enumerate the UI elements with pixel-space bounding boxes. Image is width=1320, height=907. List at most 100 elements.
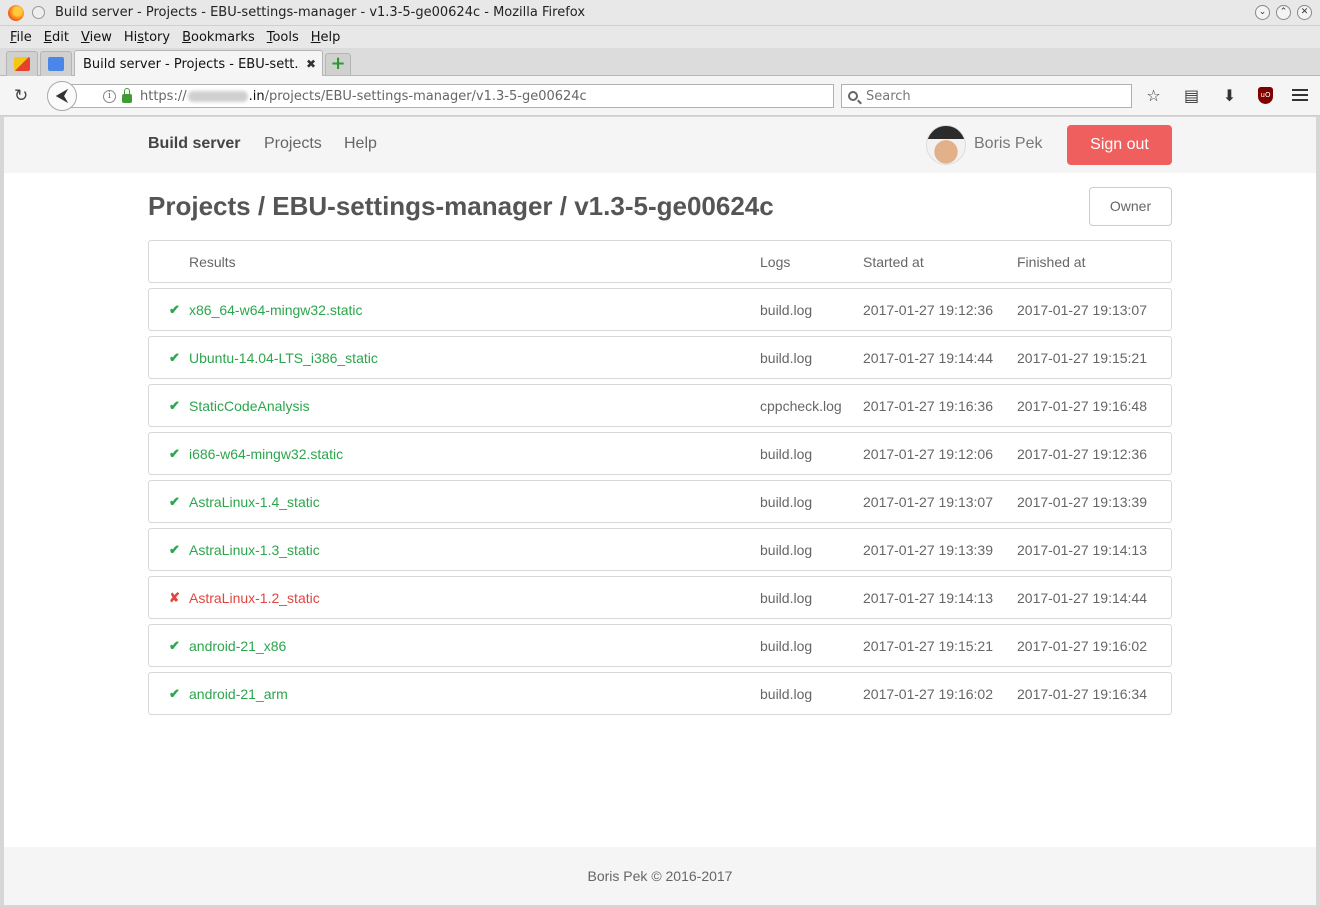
pinned-tab-mail[interactable]: [6, 51, 38, 76]
pinned-tab-translate[interactable]: [40, 51, 72, 76]
window-title: Build server - Projects - EBU-settings-m…: [55, 5, 586, 20]
header-results: Results: [189, 254, 236, 270]
log-link[interactable]: build.log: [760, 446, 812, 462]
result-name-link[interactable]: AstraLinux-1.4_static: [189, 494, 320, 510]
table-row: ✔ android-21_arm build.log 2017-01-27 19:16…: [148, 672, 1172, 715]
log-link[interactable]: cppcheck.log: [760, 398, 842, 414]
site-info-icon[interactable]: i: [103, 89, 116, 103]
header-started: Started at: [863, 254, 924, 270]
finished-at: 2017-01-27 19:14:44: [1017, 590, 1147, 606]
menu-view[interactable]: View: [75, 30, 118, 45]
nav-help-link[interactable]: Help: [344, 135, 377, 153]
menu-edit[interactable]: Edit: [38, 30, 75, 45]
table-row: ✔ android-21_x86 build.log 2017-01-27 19:15…: [148, 624, 1172, 667]
results-table: Results Logs Started at Finished at ✔ x86…: [148, 240, 1172, 720]
result-name-link[interactable]: x86_64-w64-mingw32.static: [189, 302, 363, 318]
result-name-link[interactable]: i686-w64-mingw32.static: [189, 446, 343, 462]
started-at: 2017-01-27 19:16:36: [863, 398, 993, 414]
check-icon: ✔: [169, 542, 180, 557]
result-name-link[interactable]: Ubuntu-14.04-LTS_i386_static: [189, 350, 378, 366]
url-scheme: https://: [140, 88, 187, 104]
back-button[interactable]: ⮜: [47, 81, 77, 111]
tab-close-icon[interactable]: ✖: [306, 57, 316, 71]
menu-file[interactable]: File: [4, 30, 38, 45]
footer-copyright: Boris Pek © 2016-2017: [587, 868, 733, 884]
bookmark-star-icon[interactable]: ☆: [1144, 86, 1163, 105]
url-bar[interactable]: i https:// .in /projects/EBU-settings-ma…: [70, 84, 834, 108]
menu-history[interactable]: History: [118, 30, 176, 45]
result-name-link[interactable]: android-21_arm: [189, 686, 288, 702]
menu-tools[interactable]: Tools: [261, 30, 305, 45]
table-row: ✔ AstraLinux-1.3_static build.log 2017-01-2…: [148, 528, 1172, 571]
ublock-icon[interactable]: uO: [1258, 87, 1273, 104]
started-at: 2017-01-27 19:13:07: [863, 494, 993, 510]
downloads-icon[interactable]: ⬇: [1220, 86, 1239, 105]
search-input[interactable]: Search: [841, 84, 1132, 108]
finished-at: 2017-01-27 19:16:34: [1017, 686, 1147, 702]
started-at: 2017-01-27 19:13:39: [863, 542, 993, 558]
avatar[interactable]: [926, 125, 966, 165]
started-at: 2017-01-27 19:14:13: [863, 590, 993, 606]
check-icon: ✔: [169, 302, 180, 317]
table-row: ✔ i686-w64-mingw32.static build.log 2017-01…: [148, 432, 1172, 475]
log-link[interactable]: build.log: [760, 686, 812, 702]
check-icon: ✔: [169, 446, 180, 461]
search-icon: [848, 91, 858, 101]
table-row: ✔ Ubuntu-14.04-LTS_i386_static build.log 20…: [148, 336, 1172, 379]
check-icon: ✔: [169, 350, 180, 365]
sign-out-button[interactable]: Sign out: [1067, 125, 1172, 165]
nav-projects-link[interactable]: Projects: [264, 135, 322, 153]
window-controls: ⌄ ⌃ ✕: [1255, 5, 1312, 20]
maximize-icon[interactable]: ⌃: [1276, 5, 1291, 20]
header-logs: Logs: [760, 254, 791, 270]
new-tab-button[interactable]: +: [325, 53, 351, 75]
log-link[interactable]: build.log: [760, 638, 812, 654]
footer: Boris Pek © 2016-2017: [4, 847, 1316, 905]
window-titlebar: Build server - Projects - EBU-settings-m…: [0, 0, 1320, 26]
table-row: ✘ AstraLinux-1.2_static build.log 2017-01-2…: [148, 576, 1172, 619]
mail-icon: [14, 57, 30, 71]
table-row: ✔ StaticCodeAnalysis cppcheck.log 2017-01-2…: [148, 384, 1172, 427]
user-name[interactable]: Boris Pek: [974, 135, 1042, 153]
table-header-row: Results Logs Started at Finished at: [148, 240, 1172, 283]
menu-bookmarks[interactable]: Bookmarks: [176, 30, 261, 45]
close-window-icon[interactable]: ✕: [1297, 5, 1312, 20]
result-name-link[interactable]: AstraLinux-1.2_static: [189, 590, 320, 606]
hamburger-menu-icon[interactable]: [1292, 89, 1308, 101]
reading-list-icon[interactable]: ▤: [1182, 86, 1201, 105]
table-row: ✔ x86_64-w64-mingw32.static build.log 2017-…: [148, 288, 1172, 331]
finished-at: 2017-01-27 19:14:13: [1017, 542, 1147, 558]
log-link[interactable]: build.log: [760, 494, 812, 510]
url-domain: .in: [248, 88, 265, 104]
page-title: Projects / EBU-settings-manager / v1.3-5…: [148, 191, 774, 221]
tab-current[interactable]: Build server - Projects - EBU-sett... ✖: [74, 50, 323, 77]
url-redacted: [187, 90, 248, 102]
window-menu-icon[interactable]: [32, 6, 45, 19]
lock-icon: [122, 87, 132, 103]
result-name-link[interactable]: StaticCodeAnalysis: [189, 398, 310, 414]
reload-icon[interactable]: ↻: [14, 86, 28, 106]
toolbar-icons: ☆ ▤ ⬇ uO: [1144, 86, 1308, 105]
cross-icon: ✘: [169, 590, 180, 605]
started-at: 2017-01-27 19:12:36: [863, 302, 993, 318]
search-placeholder: Search: [866, 88, 911, 104]
owner-button[interactable]: Owner: [1089, 187, 1172, 226]
log-link[interactable]: build.log: [760, 302, 812, 318]
minimize-icon[interactable]: ⌄: [1255, 5, 1270, 20]
log-link[interactable]: build.log: [760, 542, 812, 558]
log-link[interactable]: build.log: [760, 350, 812, 366]
finished-at: 2017-01-27 19:15:21: [1017, 350, 1147, 366]
navigation-toolbar: ↻ ⮜ i https:// .in /projects/EBU-setting…: [0, 76, 1320, 116]
started-at: 2017-01-27 19:12:06: [863, 446, 993, 462]
brand-link[interactable]: Build server: [148, 135, 240, 153]
finished-at: 2017-01-27 19:13:39: [1017, 494, 1147, 510]
result-name-link[interactable]: android-21_x86: [189, 638, 286, 654]
tab-strip: Build server - Projects - EBU-sett... ✖ …: [0, 48, 1320, 77]
firefox-logo-icon: [8, 4, 24, 21]
translate-icon: [48, 57, 64, 71]
log-link[interactable]: build.log: [760, 590, 812, 606]
started-at: 2017-01-27 19:15:21: [863, 638, 993, 654]
finished-at: 2017-01-27 19:16:48: [1017, 398, 1147, 414]
result-name-link[interactable]: AstraLinux-1.3_static: [189, 542, 320, 558]
menu-help[interactable]: Help: [305, 30, 347, 45]
